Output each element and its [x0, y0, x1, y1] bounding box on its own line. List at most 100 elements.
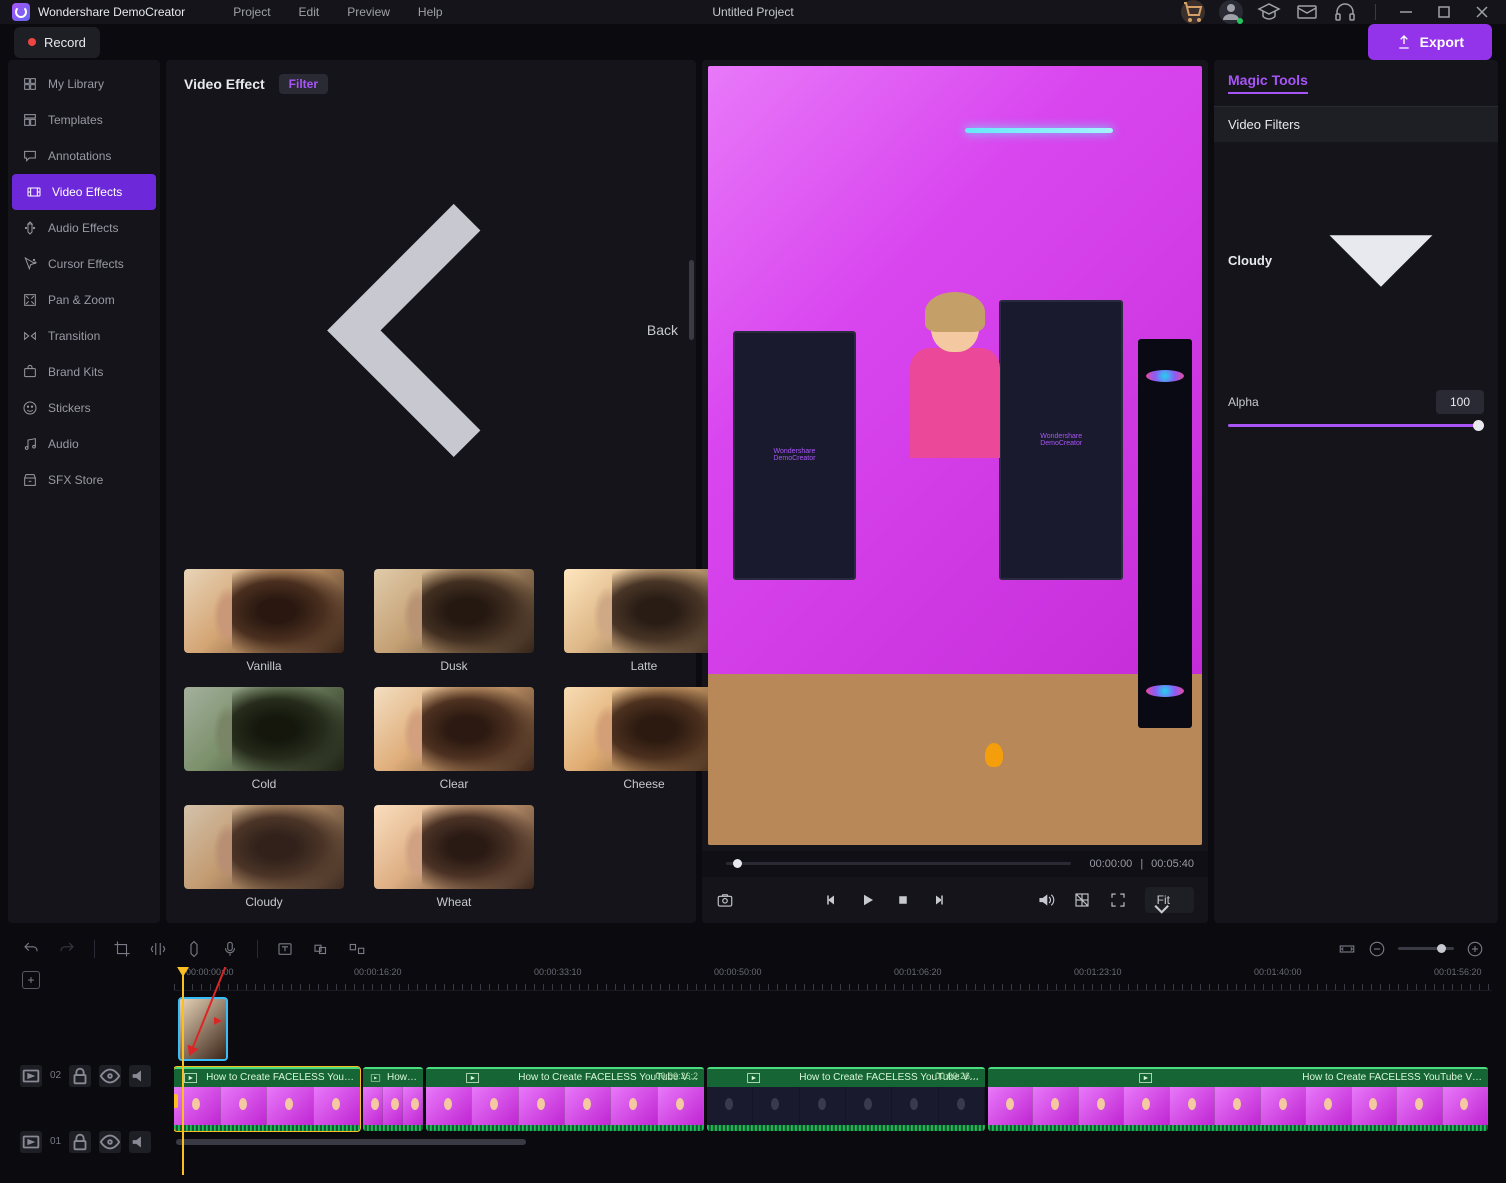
volume-icon[interactable] [1037, 891, 1055, 909]
fullscreen-icon[interactable] [1109, 891, 1127, 909]
mute-icon[interactable] [129, 1131, 151, 1153]
sidebar-item-audio[interactable]: Audio [8, 426, 160, 462]
sidebar-item-transition[interactable]: Transition [8, 318, 160, 354]
stop-icon[interactable] [894, 891, 912, 909]
sidebar-item-video-effects[interactable]: Video Effects [12, 174, 156, 210]
zoom-out-icon[interactable] [1368, 940, 1386, 958]
timeline-scrollbar[interactable] [174, 1139, 1492, 1147]
main-toolbar: Record Export [0, 24, 1506, 60]
fit-timeline-icon[interactable] [1338, 940, 1356, 958]
video-clip[interactable]: How to Create FACELESS YouTube V…00:00:2… [426, 1067, 704, 1131]
user-icon[interactable] [1219, 0, 1243, 24]
record-label: Record [44, 35, 86, 50]
add-track-button[interactable]: + [22, 971, 40, 989]
lock-icon[interactable] [69, 1131, 91, 1153]
marker-icon[interactable] [185, 940, 203, 958]
ruler-mark: 00:01:06:20 [894, 967, 942, 977]
sidebar-item-label: SFX Store [48, 473, 103, 487]
ruler-mark: 00:01:56:20 [1434, 967, 1482, 977]
headset-icon[interactable] [1333, 0, 1357, 24]
graduation-icon[interactable] [1257, 0, 1281, 24]
sidebar-item-templates[interactable]: Templates [8, 102, 160, 138]
maximize-button[interactable] [1432, 0, 1456, 24]
timeline: + 02 01 00:00:00:00 00:00:16:2000:00:33:… [0, 923, 1506, 1183]
video-clip[interactable]: How… [363, 1067, 423, 1131]
undo-icon[interactable] [22, 940, 40, 958]
record-button[interactable]: Record [14, 27, 100, 58]
snapshot-icon[interactable] [716, 891, 734, 909]
video-clip[interactable]: How to Create FACELESS YouTube V… [988, 1067, 1488, 1131]
eye-icon[interactable] [99, 1065, 121, 1087]
effect-dusk[interactable]: Dusk [374, 569, 534, 673]
fit-dropdown[interactable]: Fit [1145, 887, 1194, 913]
eye-icon[interactable] [99, 1131, 121, 1153]
scrollbar[interactable] [689, 260, 694, 340]
preview-video[interactable]: Wondershare DemoCreator Wondershare Demo… [708, 66, 1202, 845]
timeline-tracks-area[interactable]: 00:00:00:00 00:00:16:2000:00:33:1000:00:… [174, 967, 1492, 1175]
video-filters-header[interactable]: Video Filters [1214, 107, 1498, 142]
play-icon[interactable] [858, 891, 876, 909]
export-button[interactable]: Export [1368, 24, 1492, 60]
group-icon[interactable] [312, 940, 330, 958]
effect-cheese[interactable]: Cheese [564, 687, 724, 791]
ruler-mark: 00:00:33:10 [534, 967, 582, 977]
mail-icon[interactable] [1295, 0, 1319, 24]
sidebar-item-library[interactable]: My Library [8, 66, 160, 102]
effect-cloudy[interactable]: Cloudy [184, 805, 344, 909]
magic-tools-tabs: Magic Tools [1214, 60, 1498, 107]
track-02-row[interactable] [174, 997, 1492, 1065]
voiceover-icon[interactable] [221, 940, 239, 958]
sidebar-item-label: Pan & Zoom [48, 293, 115, 307]
video-clip[interactable]: How to Create FACELESS YouTube V…00:00:2… [707, 1067, 985, 1131]
sidebar-item-sfx-store[interactable]: SFX Store [8, 462, 160, 498]
sidebar-item-annotations[interactable]: Annotations [8, 138, 160, 174]
filter-dropdown[interactable]: Cloudy [1228, 158, 1484, 364]
playhead[interactable] [182, 967, 184, 1175]
text-icon[interactable] [276, 940, 294, 958]
timeline-ruler[interactable]: 00:00:00:00 00:00:16:2000:00:33:1000:00:… [174, 967, 1492, 991]
crop-icon[interactable] [113, 940, 131, 958]
sidebar-item-brand-kits[interactable]: Brand Kits [8, 354, 160, 390]
mute-icon[interactable] [129, 1065, 151, 1087]
back-button[interactable]: Back [184, 104, 678, 557]
video-clip[interactable]: How to Create FACELESS You… [174, 1067, 360, 1131]
effect-clear[interactable]: Clear [374, 687, 534, 791]
lock-icon[interactable] [69, 1065, 91, 1087]
sidebar-item-audio-effects[interactable]: Audio Effects [8, 210, 160, 246]
effect-vanilla[interactable]: Vanilla [184, 569, 344, 673]
effects-panel: Video Effect Filter Back VanillaDuskLatt… [166, 60, 696, 923]
alpha-slider[interactable] [1228, 424, 1484, 427]
menu-project[interactable]: Project [233, 5, 270, 19]
split-icon[interactable] [149, 940, 167, 958]
ungroup-icon[interactable] [348, 940, 366, 958]
progress-slider[interactable] [726, 862, 1071, 865]
effect-cold[interactable]: Cold [184, 687, 344, 791]
effect-wheat[interactable]: Wheat [374, 805, 534, 909]
track-type-icon[interactable] [20, 1131, 42, 1153]
zoom-in-icon[interactable] [1466, 940, 1484, 958]
minimize-button[interactable] [1394, 0, 1418, 24]
track-type-icon[interactable] [20, 1065, 42, 1087]
track-01-row[interactable]: How to Create FACELESS You…How…How to Cr… [174, 1067, 1492, 1135]
app-name: Wondershare DemoCreator [38, 5, 185, 19]
zoom-slider[interactable] [1398, 947, 1454, 950]
prev-frame-icon[interactable] [822, 891, 840, 909]
app-logo [12, 3, 30, 21]
menu-help[interactable]: Help [418, 5, 443, 19]
cart-icon[interactable] [1181, 0, 1205, 24]
menu-edit[interactable]: Edit [299, 5, 320, 19]
sidebar-item-pan-zoom[interactable]: Pan & Zoom [8, 282, 160, 318]
sidebar-item-stickers[interactable]: Stickers [8, 390, 160, 426]
next-frame-icon[interactable] [930, 891, 948, 909]
tab-magic-tools[interactable]: Magic Tools [1228, 72, 1308, 94]
menu-preview[interactable]: Preview [347, 5, 390, 19]
alpha-value[interactable]: 100 [1436, 390, 1484, 414]
grid-icon[interactable] [1073, 891, 1091, 909]
sidebar-item-cursor-effects[interactable]: Cursor Effects [8, 246, 160, 282]
effect-latte[interactable]: Latte [564, 569, 724, 673]
filter-tag[interactable]: Filter [279, 74, 328, 94]
effects-grid: VanillaDuskLatteColdClearCheeseCloudyWhe… [184, 569, 678, 909]
close-button[interactable] [1470, 0, 1494, 24]
stickers-icon [22, 400, 38, 416]
redo-icon[interactable] [58, 940, 76, 958]
